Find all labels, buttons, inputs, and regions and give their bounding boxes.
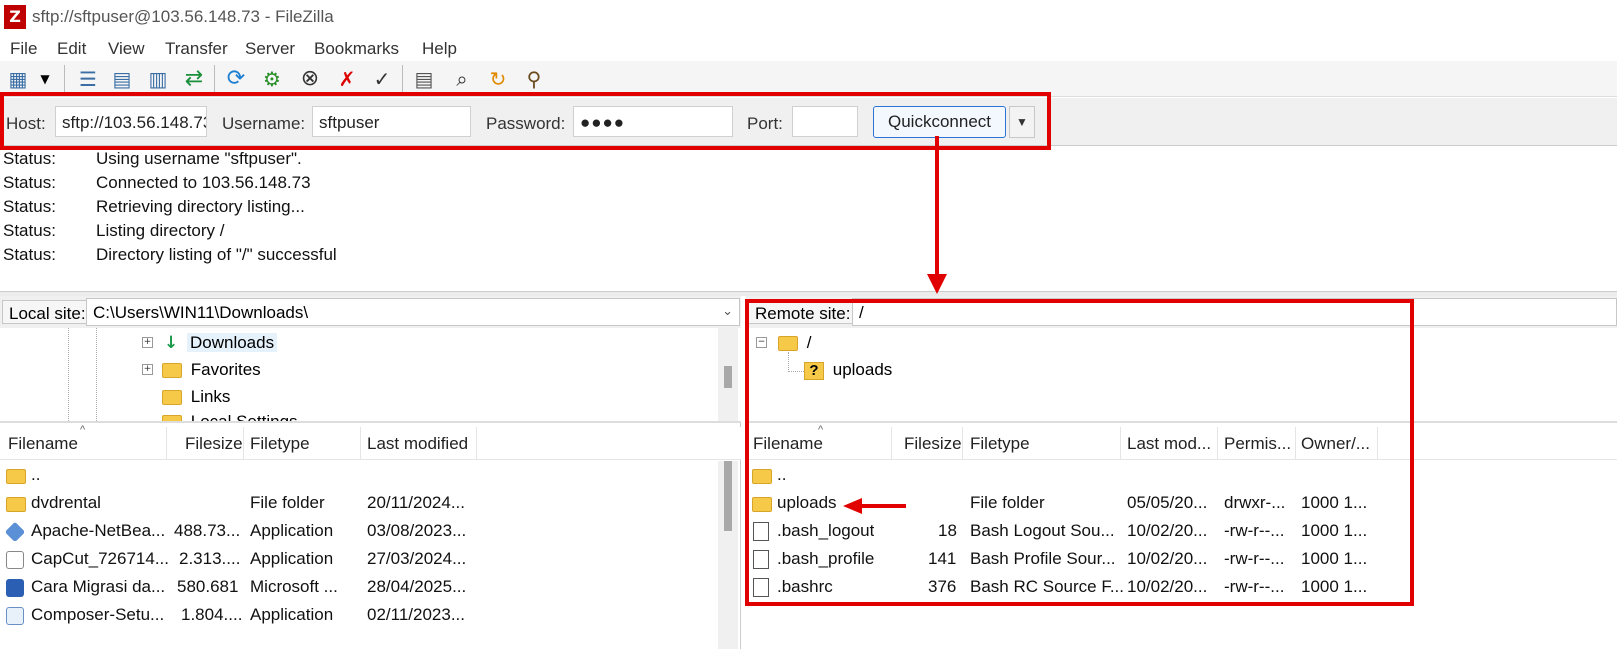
annotation-arrowhead bbox=[843, 498, 862, 514]
annotation-arrowhead bbox=[927, 274, 947, 294]
annotation-arrows bbox=[843, 136, 947, 514]
